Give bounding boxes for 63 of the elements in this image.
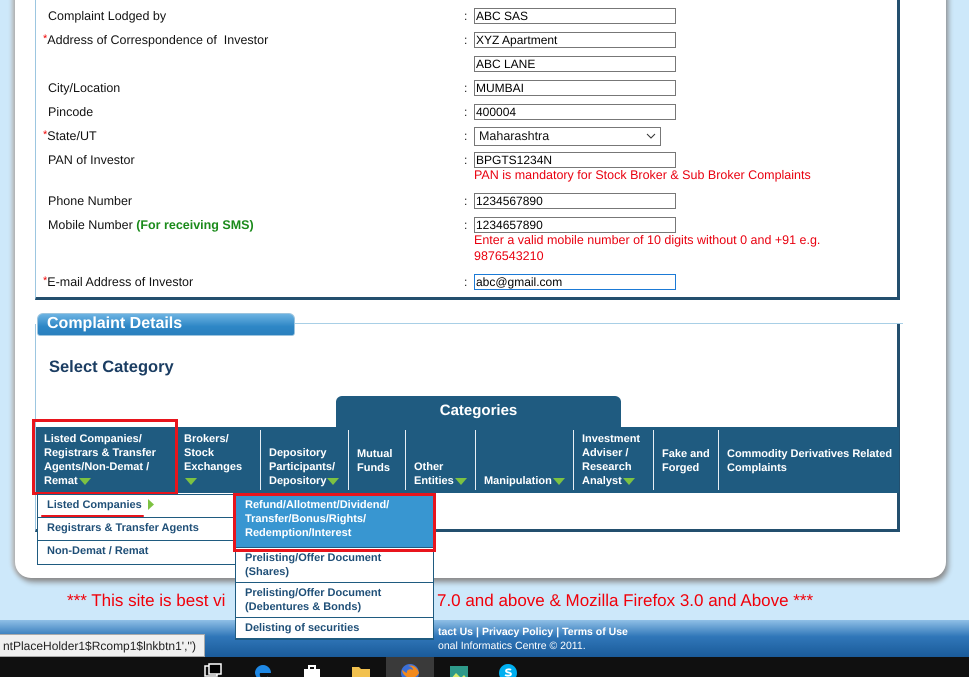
dropdown-menu-item[interactable]: Listed Companies: [38, 495, 236, 518]
field-label: Mobile Number (For receiving SMS): [48, 218, 254, 232]
colon-text: :: [464, 218, 468, 232]
category-menu-item[interactable]: Mutual Funds: [349, 430, 406, 490]
caret-right-icon: [148, 499, 154, 510]
category-menu-item[interactable]: Commodity Derivatives Related Complaints: [719, 430, 901, 490]
category-menu-item[interactable]: Listed Companies/Registrars & Transfer Agents/Non-Demat / Remat: [36, 430, 176, 490]
field-label: Complaint Lodged by: [48, 9, 166, 23]
chevron-down-icon: [646, 133, 656, 139]
caret-icon: [552, 478, 565, 485]
footer-link[interactable]: Privacy Policy: [482, 626, 554, 638]
text-field[interactable]: 1234567890: [474, 193, 676, 209]
category-menu-item[interactable]: Manipulation: [476, 430, 574, 490]
caret-icon: [327, 478, 340, 485]
field-label: *Address of Correspondence of Investor: [43, 33, 268, 47]
field-label: *State/UT: [43, 129, 97, 143]
category-menu-item[interactable]: Brokers/Stock Exchanges: [176, 430, 261, 490]
separator-text: |: [556, 626, 560, 638]
colon-text: :: [464, 275, 468, 289]
field-label: *E-mail Address of Investor: [43, 275, 194, 289]
separator-text: |: [476, 626, 479, 638]
text-field[interactable]: abc@gmail.com: [474, 274, 676, 290]
field-label: Phone Number: [48, 194, 132, 208]
copyright-text: onal Informatics Centre © 2011.: [438, 640, 587, 652]
caret-icon: [454, 478, 467, 485]
text-field[interactable]: ABC LANE: [474, 56, 676, 72]
notice-text: *** This site is best vi: [67, 591, 226, 611]
submenu-item[interactable]: Delisting of securities: [236, 618, 433, 639]
colon-text: :: [464, 33, 468, 47]
colon-text: :: [464, 129, 468, 143]
colon-text: :: [464, 105, 468, 119]
colon-text: :: [464, 81, 468, 95]
footer-link[interactable]: tact Us: [438, 626, 474, 638]
colon-text: :: [464, 194, 468, 208]
submenu-item[interactable]: Prelisting/Offer Document (Debentures & Bonds): [236, 583, 433, 618]
field-label: City/Location: [48, 81, 120, 95]
category-menu-item[interactable]: Other Entities: [406, 430, 476, 490]
field-label: PAN of Investor: [48, 153, 135, 167]
state-dropdown[interactable]: Maharashtra: [474, 126, 661, 146]
dropdown-menu-item[interactable]: Non-Demat / Remat: [38, 541, 236, 564]
caret-icon: [78, 478, 91, 485]
footer-link[interactable]: Terms of Use: [562, 626, 628, 638]
categories-title: Categories: [336, 396, 621, 427]
validation-hint: Enter a valid mobile number of 10 digits without 0 and +91 e.g. 9876543210: [474, 232, 822, 264]
category-menu-item[interactable]: Fake and Forged: [654, 430, 719, 490]
colon-text: :: [464, 9, 468, 23]
text-field[interactable]: BPGTS1234N: [474, 152, 676, 168]
notice-text: 7.0 and above & Mozilla Firefox 3.0 and Above ***: [437, 591, 814, 611]
caret-icon: [185, 478, 197, 485]
submenu-item[interactable]: Prelisting/Offer Document (Shares): [236, 548, 433, 583]
category-menu-item[interactable]: Investment Adviser / Research Analyst: [574, 430, 654, 490]
caret-icon: [622, 478, 635, 485]
validation-hint: PAN is mandatory for Stock Broker & Sub Broker Complaints: [474, 167, 812, 183]
text-field[interactable]: 1234657890: [474, 217, 676, 233]
field-label: Pincode: [48, 105, 94, 119]
text-field[interactable]: ABC SAS: [474, 8, 676, 24]
text-field[interactable]: MUMBAI: [474, 80, 676, 96]
text-field[interactable]: XYZ Apartment: [474, 32, 676, 48]
colon-text: :: [464, 153, 468, 167]
section-heading: Select Category: [48, 357, 175, 377]
status-text: ntPlaceHolder1$Rcomp1$lnkbtn1',''): [3, 639, 196, 653]
category-menu-item[interactable]: Depository Participants/Depository: [261, 430, 349, 490]
text-field[interactable]: 400004: [474, 104, 676, 120]
